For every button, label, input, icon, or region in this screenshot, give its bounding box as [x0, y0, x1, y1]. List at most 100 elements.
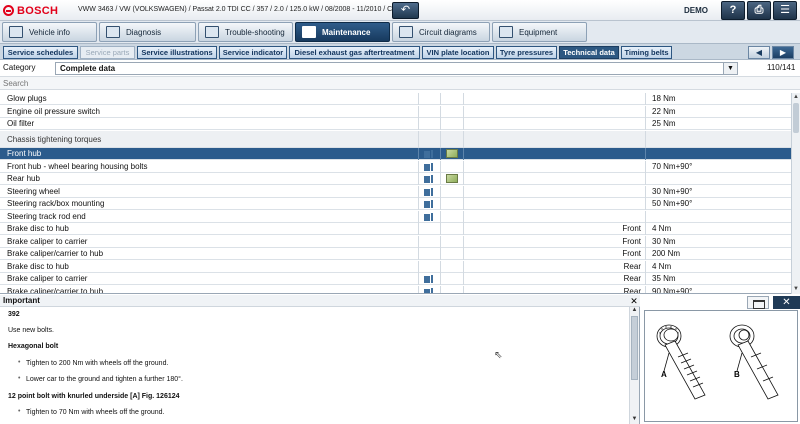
- row-picture-cell[interactable]: [440, 173, 463, 185]
- technical-data-table: Glow plugs 18 Nm Engine oil pressure switc…: [0, 93, 800, 294]
- row-position: Front: [463, 248, 645, 260]
- bolt-illustration[interactable]: A B: [644, 310, 798, 422]
- scroll-up-icon[interactable]: ▲: [630, 307, 639, 315]
- table-row[interactable]: Engine oil pressure switch 22 Nm: [0, 105, 791, 118]
- table-row[interactable]: Front hub - wheel bearing housing bolts 7…: [0, 160, 791, 173]
- print-button[interactable]: ⎙: [747, 1, 771, 20]
- table-row[interactable]: Brake caliper to carrier Front 30 Nm: [0, 235, 791, 248]
- table-row[interactable]: Rear hub: [0, 173, 791, 185]
- table-row[interactable]: Brake disc to hub Front 4 Nm: [0, 223, 791, 235]
- row-picture-cell: [440, 260, 463, 273]
- table-row[interactable]: Front hub: [0, 148, 791, 160]
- table-row[interactable]: Steering track rod end: [0, 210, 791, 223]
- subtab-technical-data[interactable]: Technical data: [559, 46, 619, 59]
- scroll-thumb[interactable]: [631, 316, 638, 380]
- tab-label: Vehicle info: [29, 27, 70, 37]
- row-position: [463, 105, 645, 118]
- bosch-logo: BOSCH: [3, 3, 68, 18]
- figure-close-button[interactable]: ✕: [773, 296, 800, 309]
- tab-equipment[interactable]: Equipment: [492, 22, 587, 42]
- row-info-cell: [418, 235, 440, 248]
- table-row[interactable]: Steering rack/box mounting 50 Nm+90°: [0, 198, 791, 210]
- table-row[interactable]: Brake caliper/carrier to hub Rear 90 Nm+90…: [0, 285, 791, 293]
- search-input[interactable]: [0, 77, 800, 89]
- tab-trouble-shooting[interactable]: Trouble-shooting: [198, 22, 293, 42]
- tab-diagnosis[interactable]: Diagnosis: [99, 22, 196, 42]
- row-info-cell[interactable]: [418, 173, 440, 185]
- row-value: 25 Nm: [645, 118, 791, 130]
- row-value: [645, 148, 791, 160]
- scroll-down-icon[interactable]: ▼: [630, 416, 639, 424]
- row-name: Brake caliper to carrier: [7, 236, 88, 246]
- row-picture-cell[interactable]: [440, 148, 463, 160]
- subtab-service-schedules[interactable]: Service schedules: [3, 46, 78, 59]
- row-info-cell[interactable]: [418, 210, 440, 223]
- row-position: [463, 173, 645, 185]
- scroll-thumb[interactable]: [793, 103, 799, 133]
- subtab-timing-belts[interactable]: Timing belts: [621, 46, 672, 59]
- row-picture-cell: [440, 105, 463, 118]
- row-info-cell[interactable]: [418, 285, 440, 293]
- table-row[interactable]: Brake caliper to carrier Rear 35 Nm: [0, 273, 791, 285]
- row-value: [645, 210, 791, 223]
- tab-label: Trouble-shooting: [225, 27, 285, 37]
- picture-icon[interactable]: [446, 174, 458, 183]
- tab-maintenance[interactable]: Maintenance: [295, 22, 390, 42]
- info-icon[interactable]: [424, 275, 435, 283]
- table-scrollbar[interactable]: ▲ ▼: [791, 93, 800, 294]
- row-info-cell[interactable]: [418, 273, 440, 285]
- info-icon[interactable]: [424, 162, 435, 171]
- brand-text: BOSCH: [17, 4, 59, 17]
- subtabs-prev-button[interactable]: ◀: [748, 46, 770, 59]
- table-row[interactable]: Brake disc to hub Rear 4 Nm: [0, 260, 791, 273]
- subtab-diesel-exhaust[interactable]: Diesel exhaust gas aftertreatment: [289, 46, 420, 59]
- row-info-cell[interactable]: [418, 148, 440, 160]
- row-info-cell[interactable]: [418, 198, 440, 210]
- row-info-cell[interactable]: [418, 160, 440, 173]
- row-value: 4 Nm: [645, 223, 791, 235]
- row-position: Rear: [463, 260, 645, 273]
- row-position: Rear: [463, 285, 645, 293]
- scroll-down-icon[interactable]: ▼: [792, 285, 800, 294]
- info-icon[interactable]: [424, 187, 435, 196]
- table-row[interactable]: Oil filter 25 Nm: [0, 118, 791, 130]
- chevron-down-icon[interactable]: ▼: [723, 63, 737, 74]
- help-button[interactable]: ?: [721, 1, 745, 20]
- subtab-service-indicator[interactable]: Service indicator: [219, 46, 287, 59]
- undo-button[interactable]: ↶: [392, 2, 419, 19]
- subtab-service-illustrations[interactable]: Service illustrations: [137, 46, 217, 59]
- row-info-cell: [418, 260, 440, 273]
- diagnosis-icon: [106, 26, 120, 38]
- table-row[interactable]: Steering wheel 30 Nm+90°: [0, 185, 791, 198]
- table-row[interactable]: Glow plugs 18 Nm: [0, 93, 791, 105]
- category-select[interactable]: Complete data ▼: [55, 62, 738, 75]
- row-picture-cell: [440, 160, 463, 173]
- menu-button[interactable]: ☰: [773, 1, 797, 20]
- info-icon-mark: [431, 150, 433, 158]
- trouble-shooting-icon: [205, 26, 219, 38]
- maximize-button[interactable]: [747, 296, 769, 309]
- tab-circuit-diagrams[interactable]: Circuit diagrams: [392, 22, 490, 42]
- info-icon[interactable]: [424, 212, 435, 221]
- subtab-vin-plate-location[interactable]: VIN plate location: [422, 46, 494, 59]
- tab-vehicle-info[interactable]: Vehicle info: [2, 22, 97, 42]
- notes-scrollbar[interactable]: ▲ ▼: [629, 307, 639, 424]
- info-icon-doc: [424, 201, 430, 208]
- info-icon[interactable]: [424, 200, 435, 208]
- scroll-up-icon[interactable]: ▲: [792, 93, 800, 102]
- subtabs-next-button[interactable]: ▶: [772, 46, 794, 59]
- tab-label: Equipment: [519, 27, 558, 37]
- info-icon-mark: [431, 212, 433, 221]
- table-row[interactable]: Brake caliper/carrier to hub Front 200 Nm: [0, 248, 791, 260]
- row-value: 90 Nm+90°: [645, 285, 791, 293]
- info-icon[interactable]: [424, 287, 435, 293]
- picture-icon[interactable]: [446, 149, 458, 158]
- row-info-cell: [418, 248, 440, 260]
- info-icon[interactable]: [424, 150, 435, 158]
- info-icon[interactable]: [424, 175, 435, 183]
- subtab-tyre-pressures[interactable]: Tyre pressures: [496, 46, 557, 59]
- row-picture-cell: [440, 93, 463, 105]
- notes-close-button[interactable]: ✕: [629, 296, 639, 306]
- category-label: Category: [3, 63, 36, 72]
- row-info-cell[interactable]: [418, 185, 440, 198]
